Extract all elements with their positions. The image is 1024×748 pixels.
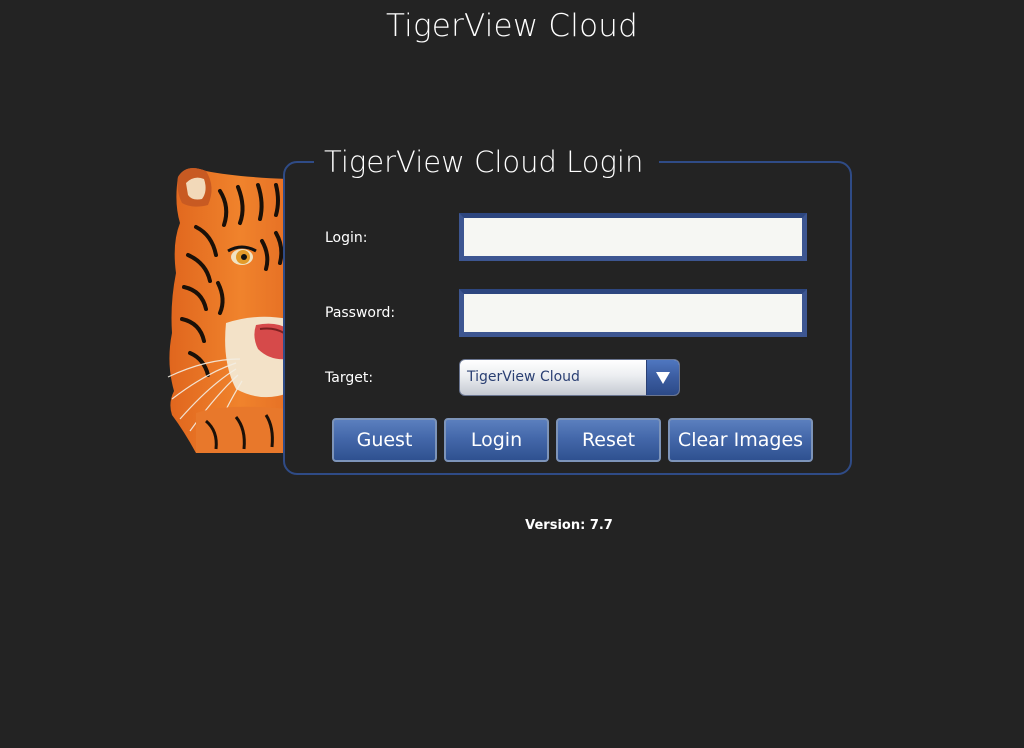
reset-button[interactable]: Reset [556, 418, 661, 462]
target-label: Target: [325, 370, 374, 386]
version-text: Version: 7.7 [525, 518, 613, 533]
password-label: Password: [325, 305, 396, 321]
clear-images-button[interactable]: Clear Images [668, 418, 813, 462]
login-button[interactable]: Login [444, 418, 549, 462]
triangle-down-icon [656, 372, 670, 384]
login-page: TigerView Cloud TigerView Cloud Login Lo… [0, 0, 1024, 748]
tiger-face-icon [167, 168, 288, 453]
login-input[interactable] [459, 213, 807, 261]
password-input[interactable] [459, 289, 807, 337]
login-label: Login: [325, 230, 368, 246]
target-select-arrow-button[interactable] [646, 360, 679, 395]
guest-button[interactable]: Guest [332, 418, 437, 462]
target-select[interactable]: TigerView Cloud [459, 359, 680, 396]
target-select-value: TigerView Cloud [467, 369, 580, 385]
app-title: TigerView Cloud [386, 8, 638, 44]
login-panel-title: TigerView Cloud Login [314, 143, 660, 181]
